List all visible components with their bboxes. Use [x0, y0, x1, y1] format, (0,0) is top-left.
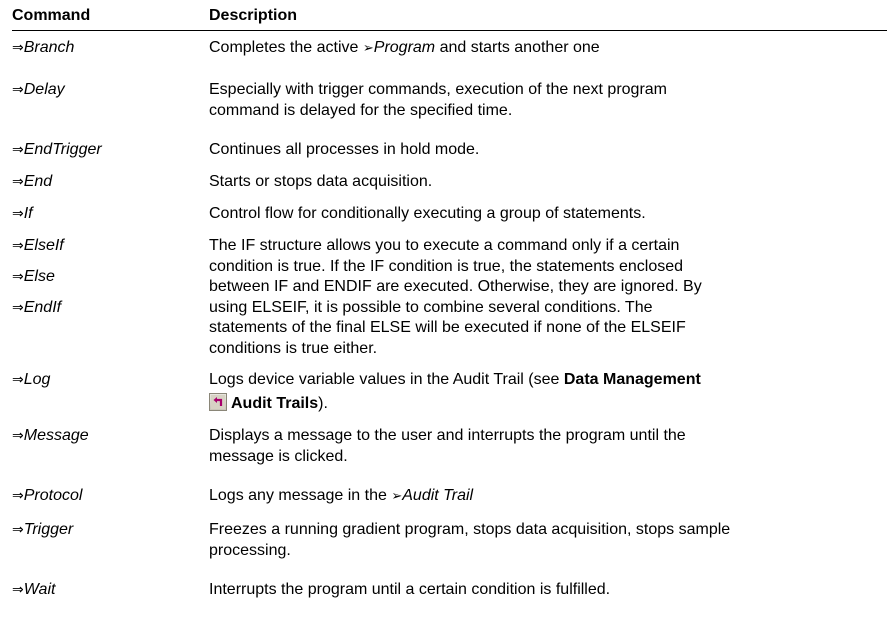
command-cell: ⇒EndTrigger [12, 140, 197, 161]
arrow-icon: ⇒ [12, 428, 24, 444]
description-text: Completes the active [209, 39, 363, 56]
description-cell: Freezes a running gradient program, stop… [209, 520, 879, 561]
arrow-icon: ⇒ [12, 522, 24, 538]
command-name: Wait [23, 581, 56, 598]
command-name: Delay [23, 81, 65, 98]
description-cell: Logs any message in the ➢Audit Trail [209, 486, 879, 508]
arrow-icon: ⇒ [12, 269, 24, 285]
description-line: The IF structure allows you to execute a… [209, 237, 680, 254]
command-name: Else [23, 268, 55, 285]
audit-trail-link[interactable]: Audit Trail [402, 487, 473, 504]
command-name: EndTrigger [23, 141, 102, 158]
description-line: condition is true. If the IF condition i… [209, 257, 684, 275]
command-cell: ⇒Trigger [12, 520, 197, 541]
command-link[interactable]: ⇒Else [12, 267, 197, 298]
command-cell: ⇒If [12, 204, 197, 225]
command-cell: ⇒Branch [12, 38, 197, 59]
command-cell: ⇒Delay [12, 80, 197, 101]
column-header-command: Command [12, 7, 91, 24]
description-line: Interrupts the program until a certain c… [209, 581, 611, 598]
command-name: Trigger [23, 521, 74, 538]
pointer-icon: ➢ [391, 489, 403, 504]
command-cell: ⇒ElseIf ⇒Else ⇒EndIf [12, 236, 197, 319]
arrow-icon: ⇒ [12, 300, 24, 316]
description-text: Logs any message in the [209, 487, 392, 504]
command-name: If [23, 205, 33, 222]
command-link[interactable]: ⇒Log [12, 370, 197, 391]
description-cell: Continues all processes in hold mode. [209, 140, 879, 161]
description-line: using ELSEIF, it is possible to combine … [209, 298, 653, 316]
arrow-icon: ⇒ [12, 82, 24, 98]
description-line: between IF and ENDIF are executed. Other… [209, 278, 702, 295]
data-management-link[interactable]: Data Management [564, 371, 701, 388]
arrow-icon: ⇒ [12, 142, 24, 158]
command-link[interactable]: ⇒ElseIf [12, 236, 197, 267]
description-cell: Logs device variable values in the Audit… [209, 370, 879, 414]
description-line: message is clicked. [209, 447, 348, 465]
command-name: EndIf [23, 299, 62, 316]
command-link[interactable]: ⇒EndTrigger [12, 140, 197, 161]
command-name: ElseIf [23, 237, 64, 254]
description-line: Starts or stops data acquisition. [209, 173, 433, 190]
command-cell: ⇒End [12, 172, 197, 193]
arrow-icon: ⇒ [12, 372, 24, 388]
description-line: Freezes a running gradient program, stop… [209, 521, 731, 538]
command-name: Log [23, 371, 51, 388]
description-line: Continues all processes in hold mode. [209, 141, 480, 158]
command-name: Branch [23, 39, 75, 56]
command-link[interactable]: ⇒End [12, 172, 197, 193]
description-line: Especially with trigger commands, execut… [209, 81, 667, 98]
description-cell: Control flow for conditionally executing… [209, 204, 879, 225]
description-line: statements of the final ELSE will be exe… [209, 319, 686, 336]
arrow-icon: ⇒ [12, 582, 24, 598]
command-cell: ⇒Log [12, 370, 197, 391]
command-name: Protocol [23, 487, 83, 504]
command-name: End [23, 173, 53, 190]
command-link[interactable]: ⇒Trigger [12, 520, 197, 541]
link-arrow-icon[interactable] [209, 392, 227, 411]
description-text: and starts another one [435, 39, 600, 56]
command-link[interactable]: ⇒Message [12, 426, 197, 447]
table-header: Command Description [12, 0, 887, 31]
arrow-icon: ⇒ [12, 488, 24, 504]
command-link[interactable]: ⇒EndIf [12, 298, 197, 319]
arrow-icon: ⇒ [12, 238, 24, 254]
arrow-icon: ⇒ [12, 174, 24, 190]
description-cell: Displays a message to the user and inter… [209, 426, 879, 467]
arrow-icon: ⇒ [12, 40, 24, 56]
description-line: Displays a message to the user and inter… [209, 427, 686, 444]
pointer-icon: ➢ [362, 41, 374, 56]
command-link[interactable]: ⇒Delay [12, 80, 197, 101]
description-line: command is delayed for the specified tim… [209, 101, 513, 119]
column-header-description: Description [209, 7, 298, 24]
command-link[interactable]: ⇒Protocol [12, 486, 197, 507]
description-cell: Interrupts the program until a certain c… [209, 580, 879, 601]
description-cell: Completes the active ➢Program and starts… [209, 38, 879, 60]
arrow-icon: ⇒ [12, 206, 24, 222]
command-link[interactable]: ⇒Branch [12, 38, 197, 59]
command-cell: ⇒Protocol [12, 486, 197, 507]
description-cell: Especially with trigger commands, execut… [209, 80, 879, 121]
description-text: Logs device variable values in the Audit… [209, 371, 564, 388]
command-cell: ⇒Wait [12, 580, 197, 601]
audit-trails-link[interactable]: Audit Trails [231, 395, 318, 412]
description-cell: Starts or stops data acquisition. [209, 172, 879, 193]
command-link[interactable]: ⇒Wait [12, 580, 197, 601]
description-line: processing. [209, 541, 291, 559]
command-table: Command Description ⇒Branch Completes th… [12, 0, 887, 598]
program-link[interactable]: Program [374, 39, 435, 56]
description-text: ). [318, 394, 328, 412]
command-cell: ⇒Message [12, 426, 197, 447]
description-cell: The IF structure allows you to execute a… [209, 236, 879, 359]
command-link[interactable]: ⇒If [12, 204, 197, 225]
command-name: Message [23, 427, 89, 444]
description-line: Control flow for conditionally executing… [209, 205, 646, 222]
description-line: conditions is true either. [209, 339, 378, 357]
